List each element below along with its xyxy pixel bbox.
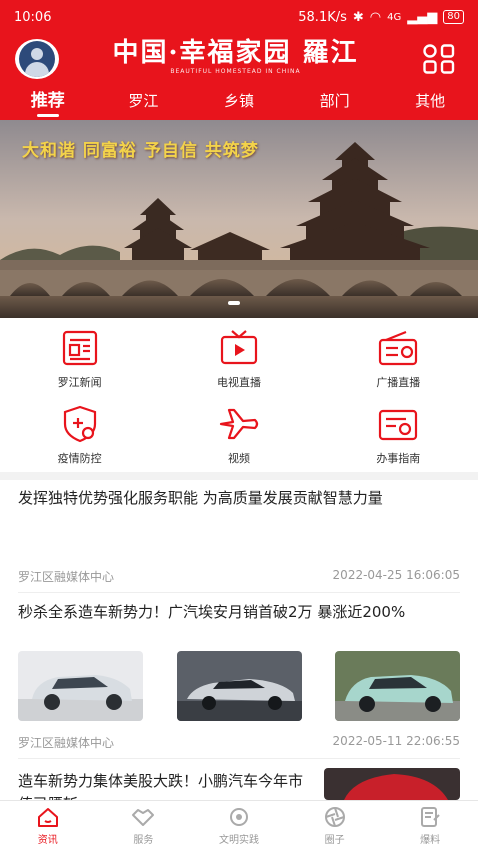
- quick-links-grid: 罗江新闻 电视直播 广播直播 疫情防控 视频 办事指南: [0, 318, 478, 472]
- tab-label: 爆料: [420, 835, 441, 846]
- newspaper-icon: [62, 330, 97, 366]
- home-icon: [37, 808, 58, 827]
- tab-label: 资讯: [37, 835, 58, 846]
- news-image: [176, 651, 302, 721]
- bluetooth-icon: ✱: [352, 9, 364, 25]
- carousel-indicator: [228, 301, 240, 305]
- news-time: 2022-04-25 16:06:05: [332, 568, 460, 582]
- avatar[interactable]: [15, 39, 59, 79]
- tab-circle[interactable]: 圈子: [287, 801, 383, 850]
- banner-slogan: 大和谐 同富裕 予自信 共筑梦: [22, 141, 259, 161]
- news-time: 2022-05-11 22:06:55: [332, 734, 460, 748]
- news-meta: 罗江区融媒体中心 2022-05-11 22:06:55: [18, 734, 460, 751]
- list-separator: [18, 758, 460, 759]
- network-speed: 58.1K/s: [298, 9, 347, 25]
- news-image: [18, 651, 143, 721]
- user-icon: [19, 41, 55, 77]
- logo-text: 中国·幸福家园 羅江: [112, 38, 359, 68]
- list-separator: [18, 592, 460, 593]
- tab-other[interactable]: 其他: [382, 84, 478, 120]
- radio-icon: [379, 330, 418, 366]
- news-meta: 罗江区融媒体中心 2022-04-25 16:06:05: [18, 568, 460, 585]
- badge-icon: [229, 808, 248, 826]
- tab-towns[interactable]: 乡镇: [191, 84, 287, 120]
- news-source: 罗江区融媒体中心: [18, 570, 115, 584]
- status-time: 10:06: [14, 9, 52, 25]
- app-logo: 中国·幸福家园 羅江 BEAUTIFUL HOMESTEAD IN CHINA: [108, 38, 363, 78]
- quick-link-tv-live[interactable]: 电视直播: [159, 318, 318, 394]
- tab-luojiang[interactable]: 罗江: [96, 84, 192, 120]
- tab-label: 服务: [133, 835, 154, 846]
- quick-link-label: 电视直播: [216, 376, 261, 389]
- news-item[interactable]: 发挥独特优势强化服务职能 为高质量发展贡献智慧力量: [18, 487, 460, 510]
- status-bar: 10:06 58.1K/s ✱ ◠ 4G ▂▄▆ 80: [0, 0, 478, 34]
- quick-link-label: 疫情防控: [57, 452, 102, 465]
- news-image: [335, 651, 460, 721]
- tab-recommend[interactable]: 推荐: [0, 84, 96, 120]
- tab-news[interactable]: 资讯: [0, 801, 96, 850]
- signal-label: 4G: [387, 11, 402, 23]
- tab-service[interactable]: 服务: [96, 801, 192, 850]
- quick-link-label: 罗江新闻: [57, 376, 102, 389]
- news-item[interactable]: 秒杀全系造车新势力！广汽埃安月销首破2万 暴涨近200%: [18, 601, 460, 624]
- shield-plus-icon: [63, 405, 96, 443]
- tab-report[interactable]: 爆料: [382, 801, 478, 850]
- news-image: [324, 768, 460, 800]
- tab-civilization-practice[interactable]: 文明实践: [191, 801, 287, 850]
- quick-link-label: 广播直播: [376, 376, 421, 389]
- signal-icon: ▂▄▆: [407, 9, 438, 25]
- app-header: 中国·幸福家园 羅江 BEAUTIFUL HOMESTEAD IN CHINA: [0, 34, 478, 84]
- tab-departments[interactable]: 部门: [287, 84, 383, 120]
- edit-note-icon: [421, 807, 440, 827]
- channel-tabs: 推荐 罗江 乡镇 部门 其他: [0, 84, 478, 120]
- handshake-icon: [132, 809, 155, 826]
- wifi-icon: ◠: [369, 9, 382, 25]
- tv-icon: [220, 330, 258, 365]
- banner-carousel[interactable]: 大和谐 同富裕 予自信 共筑梦: [0, 120, 478, 318]
- quick-link-epidemic[interactable]: 疫情防控: [0, 394, 159, 472]
- quick-link-video[interactable]: 视频: [159, 394, 318, 472]
- logo-subtitle: BEAUTIFUL HOMESTEAD IN CHINA: [170, 68, 301, 75]
- news-item[interactable]: 造车新势力集体美股大跌！小鹏汽车今年市值已腰斩: [18, 770, 308, 800]
- quick-link-news[interactable]: 罗江新闻: [0, 318, 159, 394]
- quick-link-label: 办事指南: [376, 452, 421, 465]
- tab-label: 圈子: [324, 835, 345, 846]
- bottom-tabbar: 资讯 服务 文明实践 圈子 爆料: [0, 800, 478, 850]
- news-title: 造车新势力集体美股大跌！小鹏汽车今年市值已腰斩: [18, 772, 304, 800]
- quick-link-service-guide[interactable]: 办事指南: [319, 394, 478, 472]
- news-source: 罗江区融媒体中心: [18, 736, 115, 750]
- section-divider: [0, 472, 478, 480]
- apps-grid-icon[interactable]: [422, 43, 456, 75]
- quick-link-label: 视频: [227, 452, 250, 465]
- tab-label: 文明实践: [218, 835, 259, 846]
- airplane-icon: [219, 408, 259, 440]
- battery-icon: 80: [443, 10, 464, 24]
- aperture-icon: [324, 807, 345, 827]
- news-title: 秒杀全系造车新势力！广汽埃安月销首破2万 暴涨近200%: [18, 603, 406, 621]
- quick-link-radio-live[interactable]: 广播直播: [319, 318, 478, 394]
- service-card-icon: [379, 409, 418, 441]
- news-title: 发挥独特优势强化服务职能 为高质量发展贡献智慧力量: [18, 489, 383, 507]
- news-thumbnails: [18, 651, 460, 721]
